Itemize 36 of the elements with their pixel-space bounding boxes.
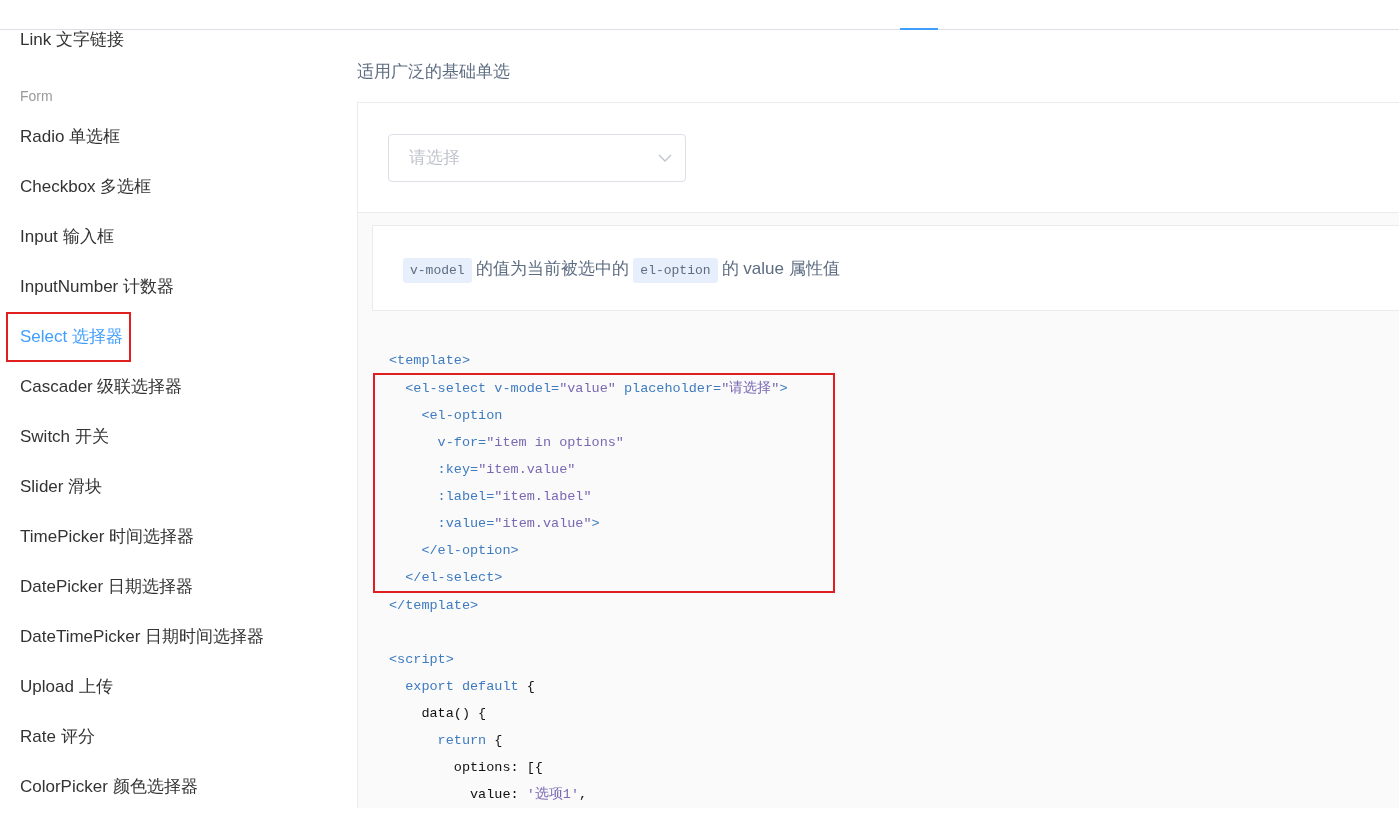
code-line: :label="item.label" [436, 488, 593, 506]
sidebar-item[interactable]: Link 文字链接 [20, 31, 124, 48]
section-description: 适用广泛的基础单选 [357, 61, 511, 83]
active-tab-indicator [900, 28, 938, 30]
code-line: return { [436, 732, 504, 750]
code-line: :value="item.value"> [436, 515, 601, 533]
sidebar-item[interactable]: DatePicker 日期选择器 [20, 562, 193, 612]
code-line: </template> [389, 597, 480, 615]
code-line: <template> [389, 352, 471, 370]
code-line: export default { [404, 678, 536, 696]
code-line: value: '选项1', [469, 785, 589, 804]
code-line: </el-option> [420, 542, 520, 560]
sidebar-item[interactable]: Upload 上传 [20, 662, 113, 712]
sidebar-item[interactable]: Rate 评分 [20, 712, 95, 762]
sidebar-item[interactable]: Checkbox 多选框 [20, 162, 152, 212]
sidebar-item[interactable]: ColorPicker 颜色选择器 [20, 762, 198, 812]
sidebar-item[interactable]: DateTimePicker 日期时间选择器 [20, 612, 264, 662]
code-line: :key="item.value" [436, 461, 577, 479]
sidebar-item[interactable]: Radio 单选框 [20, 112, 121, 162]
code-line: options: [{ [452, 759, 544, 777]
code-line: v-for="item in options" [436, 434, 625, 452]
code-line: <el-option [420, 407, 504, 425]
sidebar-item[interactable]: InputNumber 计数器 [20, 262, 174, 312]
sidebar-item[interactable]: Slider 滑块 [20, 462, 103, 512]
description-text: v-model 的值为当前被选中的 el-option 的 value 属性值 [403, 256, 840, 280]
sidebar-group-label: Form [20, 89, 54, 103]
sidebar-item[interactable]: Cascader 级联选择器 [20, 362, 183, 412]
sidebar-item[interactable]: TimePicker 时间选择器 [20, 512, 195, 562]
sidebar-item[interactable]: Input 输入框 [20, 212, 114, 262]
code-line: </el-select> [404, 569, 504, 587]
chevron-down-icon [658, 154, 672, 162]
sidebar-item[interactable]: Switch 开关 [20, 412, 109, 462]
code-line: <el-select v-model="value" placeholder="请选择"> [404, 379, 789, 398]
code-line: <script> [389, 651, 455, 669]
code-line: data() { [420, 705, 488, 723]
select-field[interactable]: 请选择 [388, 134, 686, 182]
